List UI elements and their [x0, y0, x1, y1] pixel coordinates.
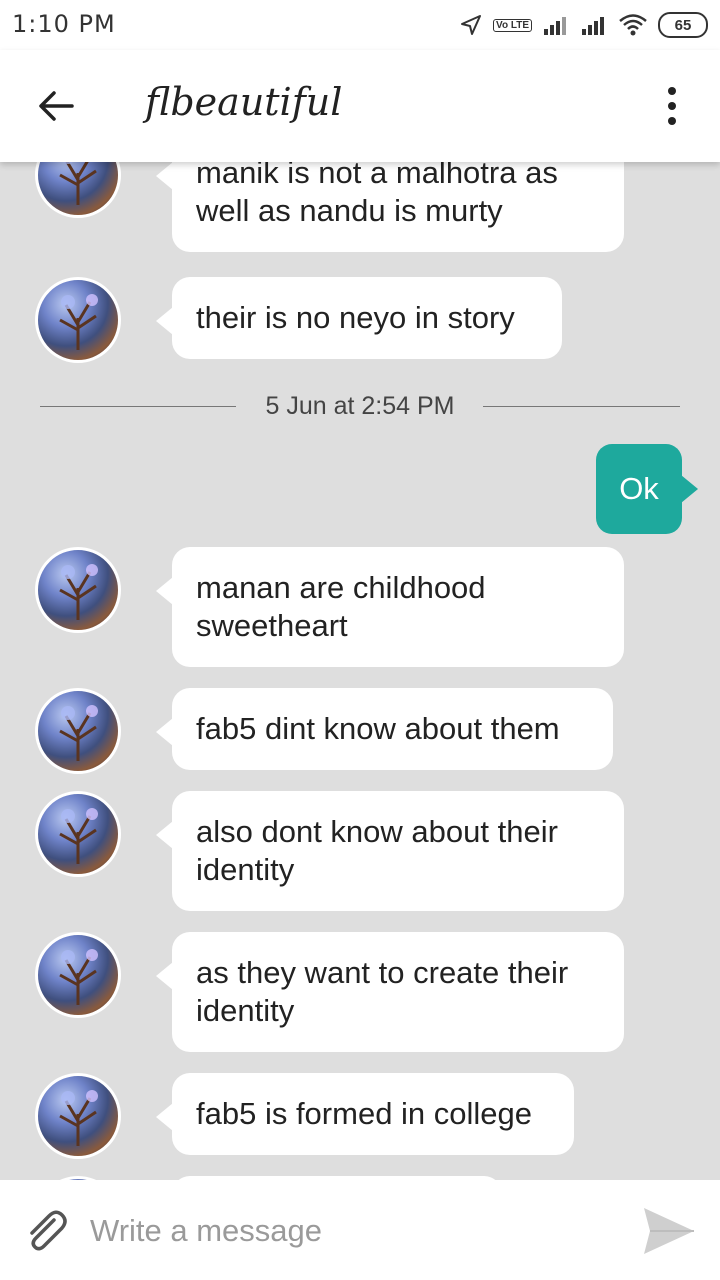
chat-thread[interactable]: manik is not a malhotra as well as nandu… — [0, 162, 720, 1180]
more-vert-icon[interactable] — [656, 84, 688, 128]
avatar[interactable] — [35, 932, 121, 1018]
message-bubble[interactable]: their is no neyo in story — [156, 277, 562, 359]
status-time: 1:10 PM — [12, 10, 116, 38]
message-bubble[interactable]: as they want to create their identity — [156, 932, 624, 1052]
avatar-image — [59, 1090, 98, 1146]
avatar[interactable] — [35, 688, 121, 774]
status-bar: 1:10 PM Vo LTE 65 — [0, 0, 720, 50]
outgoing-message-bubble[interactable]: Ok — [596, 444, 698, 534]
message-bubble[interactable]: fab5 is formed in college — [156, 1073, 574, 1155]
avatar-image — [59, 705, 98, 761]
avatar[interactable] — [35, 791, 121, 877]
paperclip-icon[interactable] — [20, 1206, 70, 1256]
battery-indicator: 65 — [658, 12, 708, 38]
message-bubble[interactable]: also dont know about their identity — [156, 791, 624, 911]
message-bubble[interactable]: fab5 dint know about them — [156, 688, 613, 770]
avatar[interactable] — [35, 277, 121, 363]
avatar-image — [59, 808, 98, 864]
message-bubble[interactable]: manan are childhood sweetheart — [156, 547, 624, 667]
avatar[interactable] — [35, 1073, 121, 1159]
avatar[interactable] — [35, 547, 121, 633]
divider-line — [483, 406, 680, 407]
message-bubble[interactable]: manik is not a malhotra as well as nandu… — [156, 162, 624, 252]
date-divider: 5 Jun at 2:54 PM — [40, 388, 680, 424]
status-icons: Vo LTE 65 — [459, 10, 708, 40]
location-icon — [461, 15, 482, 35]
composer-bar — [0, 1180, 720, 1280]
volte-badge: Vo LTE — [493, 18, 532, 32]
app-bar: flbeautiful — [0, 50, 720, 162]
avatar[interactable] — [35, 162, 121, 218]
wifi-icon — [619, 14, 647, 36]
chat-title[interactable]: flbeautiful — [145, 80, 342, 124]
avatar-image — [59, 294, 98, 350]
avatar-image — [59, 162, 97, 205]
back-arrow-icon[interactable] — [34, 84, 78, 128]
avatar-image — [59, 564, 98, 620]
avatar-image — [59, 949, 98, 1005]
message-input[interactable] — [88, 1204, 612, 1258]
send-icon[interactable] — [640, 1204, 698, 1258]
signal-icon — [544, 17, 566, 35]
signal-icon — [582, 17, 604, 35]
